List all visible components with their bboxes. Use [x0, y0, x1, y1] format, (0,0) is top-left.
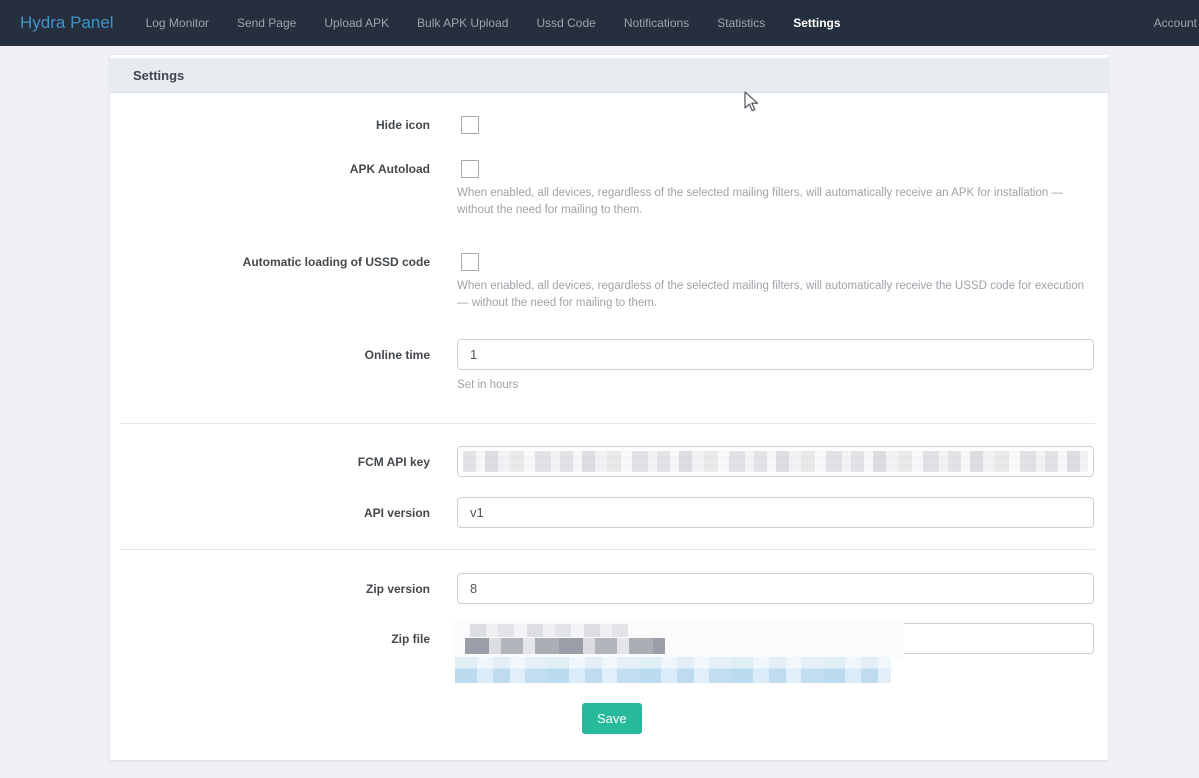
apk-autoload-label: APK Autoload — [349, 162, 430, 176]
form-row-zip-version: Zip version — [120, 573, 1095, 604]
form-row-hide-icon: Hide icon — [120, 116, 1095, 134]
online-time-input[interactable] — [457, 339, 1094, 370]
form-row-online-time: Online time Set in hours — [120, 339, 1095, 394]
apk-autoload-help: When enabled, all devices, regardless of… — [457, 187, 1063, 216]
settings-panel: Settings Hide icon APK Autoload When ena… — [110, 55, 1108, 760]
top-navbar: Hydra Panel Log Monitor Send Page Upload… — [0, 0, 1199, 46]
zip-file-link-redaction — [455, 657, 891, 683]
nav-item-upload-apk[interactable]: Upload APK — [310, 0, 403, 46]
app-root: Hydra Panel Log Monitor Send Page Upload… — [0, 0, 1199, 760]
nav-item-bulk-apk-upload[interactable]: Bulk APK Upload — [403, 0, 522, 46]
form-row-zip-file: Zip file — [120, 621, 1095, 683]
nav-item-notifications[interactable]: Notifications — [610, 0, 703, 46]
zip-version-input[interactable] — [457, 573, 1094, 604]
panel-title: Settings — [133, 67, 185, 83]
zip-version-label: Zip version — [365, 582, 430, 596]
fcm-api-key-label: FCM API key — [357, 455, 430, 469]
panel-header: Settings — [110, 58, 1108, 93]
nav-item-statistics[interactable]: Statistics — [703, 0, 779, 46]
redacted-value-mosaic — [463, 451, 1088, 472]
form-row-apk-autoload: APK Autoload When enabled, all devices, … — [120, 160, 1095, 219]
hide-icon-label: Hide icon — [375, 118, 430, 132]
apk-autoload-checkbox[interactable] — [461, 160, 479, 178]
form-row-fcm-api-key: FCM API key — [120, 446, 1095, 477]
nav-item-ussd-code[interactable]: Ussd Code — [522, 0, 609, 46]
page-content: Settings Hide icon APK Autoload When ena… — [0, 46, 1199, 760]
online-time-label: Online time — [364, 348, 430, 362]
form-row-save: Save — [120, 703, 1095, 734]
fcm-api-key-input[interactable] — [457, 446, 1094, 477]
hide-icon-checkbox[interactable] — [461, 116, 479, 134]
online-time-help: Set in hours — [457, 379, 519, 391]
nav-item-log-monitor[interactable]: Log Monitor — [132, 0, 223, 46]
section-divider — [120, 549, 1095, 550]
zip-file-label: Zip file — [391, 632, 430, 646]
api-version-input[interactable] — [457, 497, 1094, 528]
nav-item-account[interactable]: Account — [1140, 0, 1199, 46]
form-row-api-version: API version — [120, 497, 1095, 528]
api-version-label: API version — [363, 506, 430, 520]
ussd-autoload-checkbox[interactable] — [461, 253, 479, 271]
nav-item-settings[interactable]: Settings — [779, 0, 854, 46]
ussd-autoload-label: Automatic loading of USSD code — [242, 255, 430, 269]
form-row-ussd-autoload: Automatic loading of USSD code When enab… — [120, 253, 1095, 312]
section-divider — [120, 423, 1095, 424]
nav-item-send-page[interactable]: Send Page — [223, 0, 310, 46]
zip-file-redaction-overlay — [452, 621, 904, 661]
brand-logo[interactable]: Hydra Panel — [20, 0, 114, 46]
nav-links: Log Monitor Send Page Upload APK Bulk AP… — [132, 0, 855, 46]
settings-form: Hide icon APK Autoload When enabled, all… — [110, 93, 1108, 760]
save-button[interactable]: Save — [582, 703, 642, 734]
ussd-autoload-help: When enabled, all devices, regardless of… — [457, 280, 1085, 309]
